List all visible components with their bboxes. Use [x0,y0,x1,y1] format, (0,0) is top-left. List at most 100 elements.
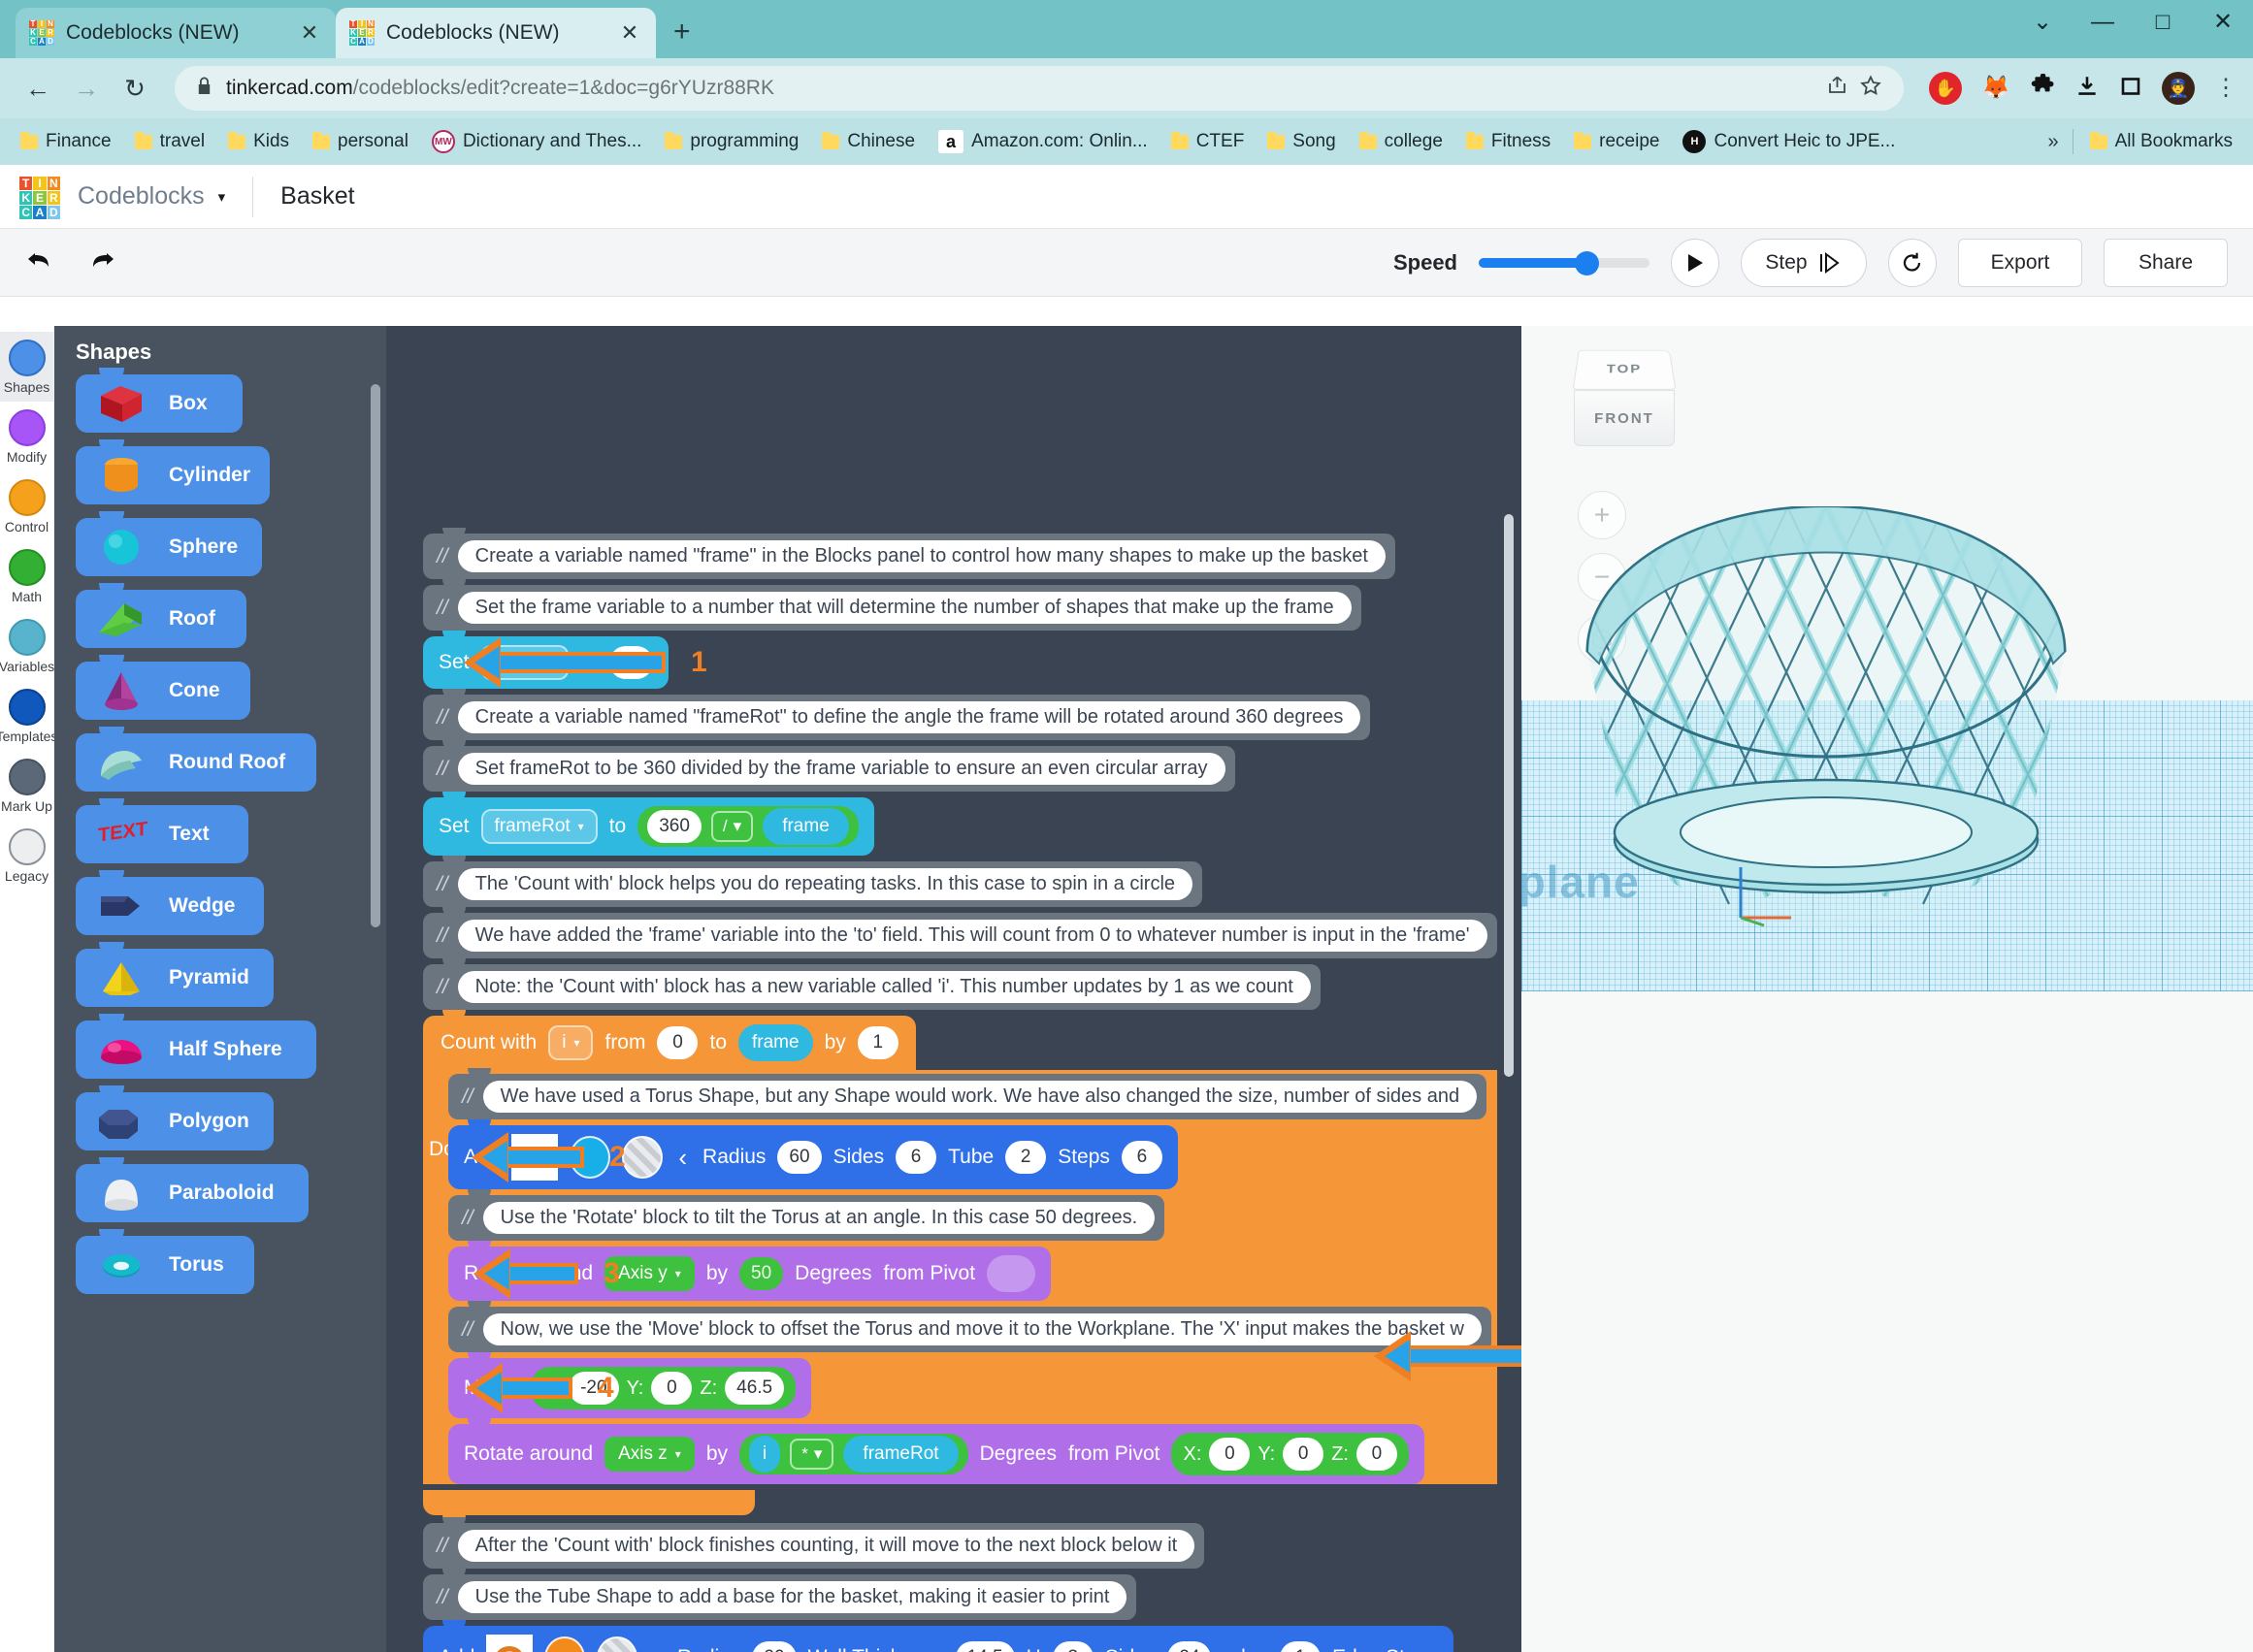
undo-icon[interactable] [25,247,54,278]
bookmark-item[interactable]: college [1351,127,1452,156]
shape-block-roof[interactable]: Roof [76,583,246,648]
comment-block[interactable]: // Note: the 'Count with' block has a ne… [423,958,1321,1010]
bookmark-item[interactable]: travel [126,127,213,156]
pivot-slot[interactable] [987,1255,1036,1292]
rail-item-variables[interactable]: Variables [0,611,54,681]
comment-block[interactable]: // Set the frame variable to a number th… [423,579,1361,631]
collapse-icon[interactable]: ‹ [649,1643,666,1652]
radius-input[interactable]: 60 [777,1141,822,1174]
comment-text[interactable]: Create a variable named "frameRot" to de… [457,701,1361,733]
bookmarks-overflow-icon[interactable]: » [2041,131,2064,153]
profile-avatar[interactable]: 👮 [2162,72,2195,105]
rail-item-templates[interactable]: Templates [0,681,57,751]
slider-knob[interactable] [1574,250,1599,275]
shape-block-cone[interactable]: Cone [76,655,250,720]
share-icon[interactable] [1826,74,1849,103]
kebab-menu-icon[interactable]: ⋮ [2214,77,2237,100]
view-cube-front-face[interactable]: FRONT [1574,390,1675,446]
solid-color-swatch[interactable] [544,1636,586,1652]
comment-block[interactable]: // Set frameRot to be 360 divided by the… [423,740,1235,792]
comment-block[interactable]: // Now, we use the 'Move' block to offse… [448,1301,1491,1352]
hole-swatch[interactable] [597,1636,638,1652]
shape-block-polygon[interactable]: Polygon [76,1085,274,1150]
shape-block-box[interactable]: Box [76,368,243,433]
loop-variable-chip[interactable]: i [749,1436,781,1473]
adblock-icon[interactable]: ✋ [1929,72,1963,105]
shape-block-sphere[interactable]: Sphere [76,511,262,576]
document-title[interactable]: Basket [280,182,354,211]
loop-variable-dropdown[interactable]: i ▾ [548,1025,594,1060]
set-framerot-block[interactable]: Set frameRot ▾ to 360 / ▾ frame [423,792,874,856]
framerot-variable-chip[interactable]: frameRot [843,1436,959,1473]
export-button[interactable]: Export [1958,238,2082,287]
comment-block[interactable]: // Use the 'Rotate' block to tilt the To… [448,1189,1165,1241]
rail-item-shapes[interactable]: Shapes [0,332,53,402]
chevron-down-icon[interactable]: ▾ [218,188,226,206]
speed-slider[interactable] [1479,250,1649,275]
pivot-x-input[interactable]: 0 [1209,1438,1251,1471]
rail-item-modify[interactable]: Modify [0,402,53,471]
numerator-input[interactable]: 360 [647,810,702,843]
metamask-icon[interactable]: 🦊 [1981,77,2010,100]
maximize-icon[interactable]: □ [2133,0,2193,45]
tube-thumbnail[interactable] [486,1635,534,1652]
rail-item-control[interactable]: Control [0,471,53,541]
shape-block-wedge[interactable]: Wedge [76,870,264,935]
shape-block-paraboloid[interactable]: Paraboloid [76,1157,309,1222]
bookmark-item[interactable]: MW Dictionary and Thes... [423,126,650,157]
view-cube[interactable]: TOP FRONT [1568,345,1684,452]
sides-input[interactable]: 6 [896,1141,937,1174]
view-cube-top-face[interactable]: TOP [1572,349,1677,390]
app-name[interactable]: Codeblocks [78,182,205,211]
comment-text[interactable]: Set frameRot to be 360 divided by the fr… [457,753,1225,785]
redo-icon[interactable] [87,247,116,278]
pivot-y-input[interactable]: 0 [1283,1438,1324,1471]
step-button[interactable]: Step [1741,238,1867,287]
browser-tab-1[interactable]: TIN KER CAD Codeblocks (NEW) ✕ [16,8,336,58]
hole-swatch[interactable] [622,1136,664,1179]
comment-text[interactable]: Note: the 'Count with' block has a new v… [457,971,1311,1003]
shape-block-cylinder[interactable]: Cylinder [76,439,270,504]
close-icon[interactable]: ✕ [297,20,322,46]
shape-block-text[interactable]: TEXT Text [76,798,248,863]
comment-text[interactable]: The 'Count with' block helps you do repe… [457,868,1193,900]
radius-input[interactable]: 20 [752,1641,797,1652]
variable-dropdown-framerot[interactable]: frameRot ▾ [480,809,598,844]
basket-model[interactable] [1574,506,2078,991]
close-window-icon[interactable]: ✕ [2193,0,2253,45]
bookmark-item[interactable]: receipe [1565,127,1668,156]
comment-text[interactable]: After the 'Count with' block finishes co… [457,1530,1195,1562]
comment-block[interactable]: // We have used a Torus Shape, but any S… [448,1068,1487,1119]
rail-item-markup[interactable]: Mark Up [0,751,53,821]
move-y-input[interactable]: 0 [651,1372,693,1405]
comment-text[interactable]: Create a variable named "frame" in the B… [457,540,1386,572]
star-icon[interactable] [1859,74,1882,103]
loop-by-input[interactable]: 1 [857,1026,898,1059]
comment-text[interactable]: Use the 'Rotate' block to tilt the Torus… [482,1202,1156,1234]
rail-item-math[interactable]: Math [0,541,53,611]
code-canvas[interactable]: // Create a variable named "frame" in th… [386,326,1521,1652]
reset-button[interactable] [1888,238,1937,287]
shape-block-torus[interactable]: Torus [76,1229,254,1294]
sides-input[interactable]: 24 [1167,1641,1212,1652]
address-bar[interactable]: tinkercad.com/codeblocks/edit?create=1&d… [175,66,1905,111]
collapse-icon[interactable]: ‹ [674,1143,691,1173]
move-z-input[interactable]: 46.5 [725,1372,785,1405]
download-icon[interactable] [2074,74,2100,104]
loop-from-input[interactable]: 0 [657,1026,699,1059]
minimize-icon[interactable]: — [2073,0,2133,45]
comment-block[interactable]: // Use the Tube Shape to add a base for … [423,1569,1137,1620]
loop-to-variable[interactable]: frame [738,1024,813,1061]
axis-dropdown-z[interactable]: Axis z ▾ [604,1437,695,1472]
bookmark-item[interactable]: Fitness [1457,127,1559,156]
comment-block[interactable]: // Create a variable named "frame" in th… [423,528,1395,579]
edge-input[interactable]: 1 [1280,1641,1322,1652]
comment-text[interactable]: Set the frame variable to a number that … [457,592,1352,624]
comment-text[interactable]: We have used a Torus Shape, but any Shap… [482,1081,1478,1113]
rail-item-legacy[interactable]: Legacy [0,821,53,891]
degrees-input[interactable]: 50 [739,1257,784,1290]
steps-input[interactable]: 6 [1121,1141,1162,1174]
bookmark-item[interactable]: programming [656,127,807,156]
shape-block-round-roof[interactable]: Round Roof [76,727,316,792]
sidepanel-icon[interactable] [2119,75,2142,103]
